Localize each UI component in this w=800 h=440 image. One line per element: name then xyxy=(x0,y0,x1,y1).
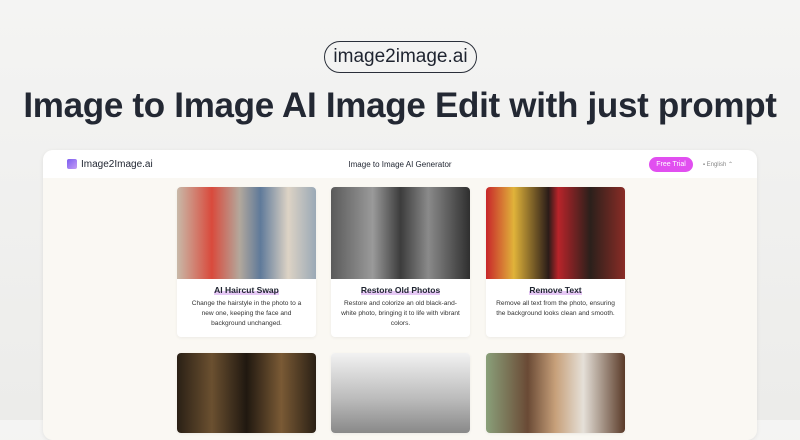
logo[interactable]: Image2Image.ai xyxy=(67,159,153,170)
card-description: Remove all text from the photo, ensuring… xyxy=(486,295,625,319)
feature-card[interactable] xyxy=(177,353,316,433)
feature-image xyxy=(331,353,470,433)
feature-card[interactable] xyxy=(331,353,470,433)
card-title: Restore Old Photos xyxy=(361,285,440,295)
logo-text: Image2Image.ai xyxy=(81,159,153,170)
language-label: English xyxy=(707,162,727,168)
card-description: Restore and colorize an old black-and-wh… xyxy=(331,295,470,329)
feature-card[interactable] xyxy=(486,353,625,433)
feature-image xyxy=(486,353,625,433)
logo-icon xyxy=(67,159,77,169)
feature-card[interactable]: Restore Old Photos Restore and colorize … xyxy=(331,187,470,337)
language-select[interactable]: ▪ English ⌃ xyxy=(703,161,733,168)
feature-image xyxy=(177,187,316,279)
feature-image xyxy=(177,353,316,433)
page-title: Image to Image AI Image Edit with just p… xyxy=(0,86,800,126)
feature-card[interactable]: Remove Text Remove all text from the pho… xyxy=(486,187,625,337)
card-title: Remove Text xyxy=(529,285,581,295)
navbar: Image2Image.ai Image to Image AI Generat… xyxy=(43,150,757,178)
feature-card[interactable]: AI Haircut Swap Change the hairstyle in … xyxy=(177,187,316,337)
feature-image xyxy=(486,187,625,279)
site-badge: image2image.ai xyxy=(324,41,477,73)
feature-image xyxy=(331,187,470,279)
card-title: AI Haircut Swap xyxy=(214,285,279,295)
free-trial-button[interactable]: Free Trial xyxy=(649,157,693,172)
card-description: Change the hairstyle in the photo to a n… xyxy=(177,295,316,329)
